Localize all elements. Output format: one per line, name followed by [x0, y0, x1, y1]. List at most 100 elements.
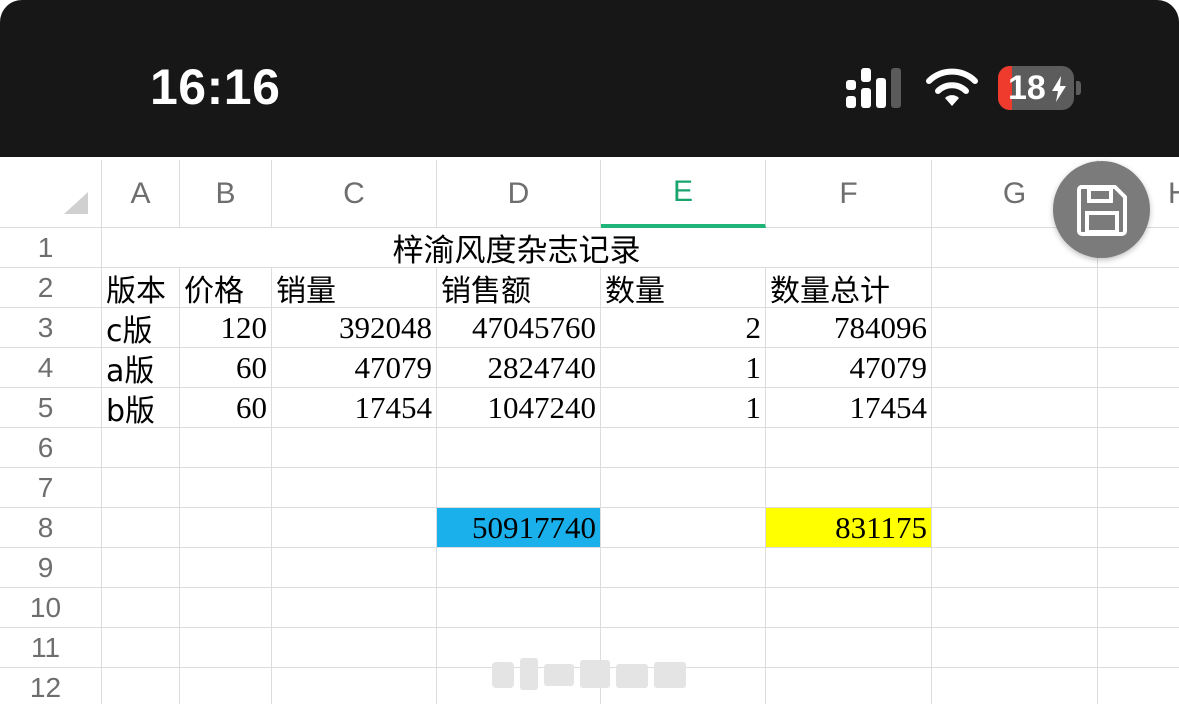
cell-e5[interactable]: 1 [601, 388, 766, 428]
cell-c11[interactable] [272, 628, 437, 668]
cell-a8[interactable] [102, 508, 180, 548]
cell-f8-quantity-total[interactable]: 831175 [766, 508, 932, 548]
cell-a7[interactable] [102, 468, 180, 508]
cell-f3[interactable]: 784096 [766, 308, 932, 348]
cell-h11[interactable] [1098, 628, 1179, 668]
cell-g12[interactable] [932, 668, 1098, 704]
cell-b6[interactable] [180, 428, 272, 468]
row-header-6[interactable]: 6 [0, 428, 102, 468]
cell-h6[interactable] [1098, 428, 1179, 468]
cell-g11[interactable] [932, 628, 1098, 668]
cell-g4[interactable] [932, 348, 1098, 388]
cell-b7[interactable] [180, 468, 272, 508]
row-header-9[interactable]: 9 [0, 548, 102, 588]
cell-h8[interactable] [1098, 508, 1179, 548]
cell-g6[interactable] [932, 428, 1098, 468]
cell-e7[interactable] [601, 468, 766, 508]
save-button[interactable] [1053, 161, 1150, 258]
cell-a5[interactable]: b版 [102, 388, 180, 429]
row-header-4[interactable]: 4 [0, 348, 102, 388]
cell-b11[interactable] [180, 628, 272, 668]
cell-b3[interactable]: 120 [180, 308, 272, 348]
cell-c4[interactable]: 47079 [272, 348, 437, 388]
cell-h4[interactable] [1098, 348, 1179, 388]
cell-h7[interactable] [1098, 468, 1179, 508]
cell-f7[interactable] [766, 468, 932, 508]
row-header-1[interactable]: 1 [0, 228, 102, 268]
cell-g7[interactable] [932, 468, 1098, 508]
cell-g2[interactable] [932, 268, 1098, 308]
cell-c6[interactable] [272, 428, 437, 468]
cell-b2[interactable]: 价格 [180, 268, 272, 309]
cell-b9[interactable] [180, 548, 272, 588]
cell-c10[interactable] [272, 588, 437, 628]
cell-c9[interactable] [272, 548, 437, 588]
cell-a10[interactable] [102, 588, 180, 628]
cell-e2[interactable]: 数量 [601, 268, 766, 309]
row-header-7[interactable]: 7 [0, 468, 102, 508]
row-header-12[interactable]: 12 [0, 668, 102, 704]
column-header-e[interactable]: E [601, 160, 766, 228]
cell-h2[interactable] [1098, 268, 1179, 308]
cell-b4[interactable]: 60 [180, 348, 272, 388]
cell-a11[interactable] [102, 628, 180, 668]
cell-c7[interactable] [272, 468, 437, 508]
cell-e4[interactable]: 1 [601, 348, 766, 388]
cell-e9[interactable] [601, 548, 766, 588]
cell-f11[interactable] [766, 628, 932, 668]
cell-h12[interactable] [1098, 668, 1179, 704]
cell-e10[interactable] [601, 588, 766, 628]
cell-a4[interactable]: a版 [102, 348, 180, 389]
row-header-5[interactable]: 5 [0, 388, 102, 428]
cell-g8[interactable] [932, 508, 1098, 548]
cell-e3[interactable]: 2 [601, 308, 766, 348]
row-header-10[interactable]: 10 [0, 588, 102, 628]
cell-h3[interactable] [1098, 308, 1179, 348]
column-header-f[interactable]: F [766, 160, 932, 228]
cell-c2[interactable]: 销量 [272, 268, 437, 309]
cell-c3[interactable]: 392048 [272, 308, 437, 348]
cell-d9[interactable] [437, 548, 601, 588]
cell-f10[interactable] [766, 588, 932, 628]
cell-f4[interactable]: 47079 [766, 348, 932, 388]
cell-b10[interactable] [180, 588, 272, 628]
cell-c8[interactable] [272, 508, 437, 548]
row-header-2[interactable]: 2 [0, 268, 102, 308]
cell-h5[interactable] [1098, 388, 1179, 428]
cell-c5[interactable]: 17454 [272, 388, 437, 428]
cell-d2[interactable]: 销售额 [437, 268, 601, 309]
cell-h10[interactable] [1098, 588, 1179, 628]
column-header-a[interactable]: A [102, 160, 180, 228]
cell-f9[interactable] [766, 548, 932, 588]
column-header-b[interactable]: B [180, 160, 272, 228]
cell-d3[interactable]: 47045760 [437, 308, 601, 348]
cell-g9[interactable] [932, 548, 1098, 588]
cell-g5[interactable] [932, 388, 1098, 428]
cell-a12[interactable] [102, 668, 180, 704]
row-header-8[interactable]: 8 [0, 508, 102, 548]
cell-d7[interactable] [437, 468, 601, 508]
row-header-3[interactable]: 3 [0, 308, 102, 348]
cell-b5[interactable]: 60 [180, 388, 272, 428]
cell-c12[interactable] [272, 668, 437, 704]
cell-a6[interactable] [102, 428, 180, 468]
cell-b12[interactable] [180, 668, 272, 704]
sheet-title-cell[interactable]: 梓渝风度杂志记录 [102, 228, 932, 269]
cell-b8[interactable] [180, 508, 272, 548]
cell-g3[interactable] [932, 308, 1098, 348]
cell-e8[interactable] [601, 508, 766, 548]
cell-d10[interactable] [437, 588, 601, 628]
cell-a9[interactable] [102, 548, 180, 588]
cell-a2[interactable]: 版本 [102, 268, 180, 309]
cell-d8-sales-total[interactable]: 50917740 [437, 508, 601, 548]
cell-d6[interactable] [437, 428, 601, 468]
column-header-c[interactable]: C [272, 160, 437, 228]
cell-g10[interactable] [932, 588, 1098, 628]
column-header-d[interactable]: D [437, 160, 601, 228]
cell-d5[interactable]: 1047240 [437, 388, 601, 428]
cell-a3[interactable]: c版 [102, 308, 180, 349]
cell-f5[interactable]: 17454 [766, 388, 932, 428]
cell-f12[interactable] [766, 668, 932, 704]
cell-d4[interactable]: 2824740 [437, 348, 601, 388]
cell-e6[interactable] [601, 428, 766, 468]
